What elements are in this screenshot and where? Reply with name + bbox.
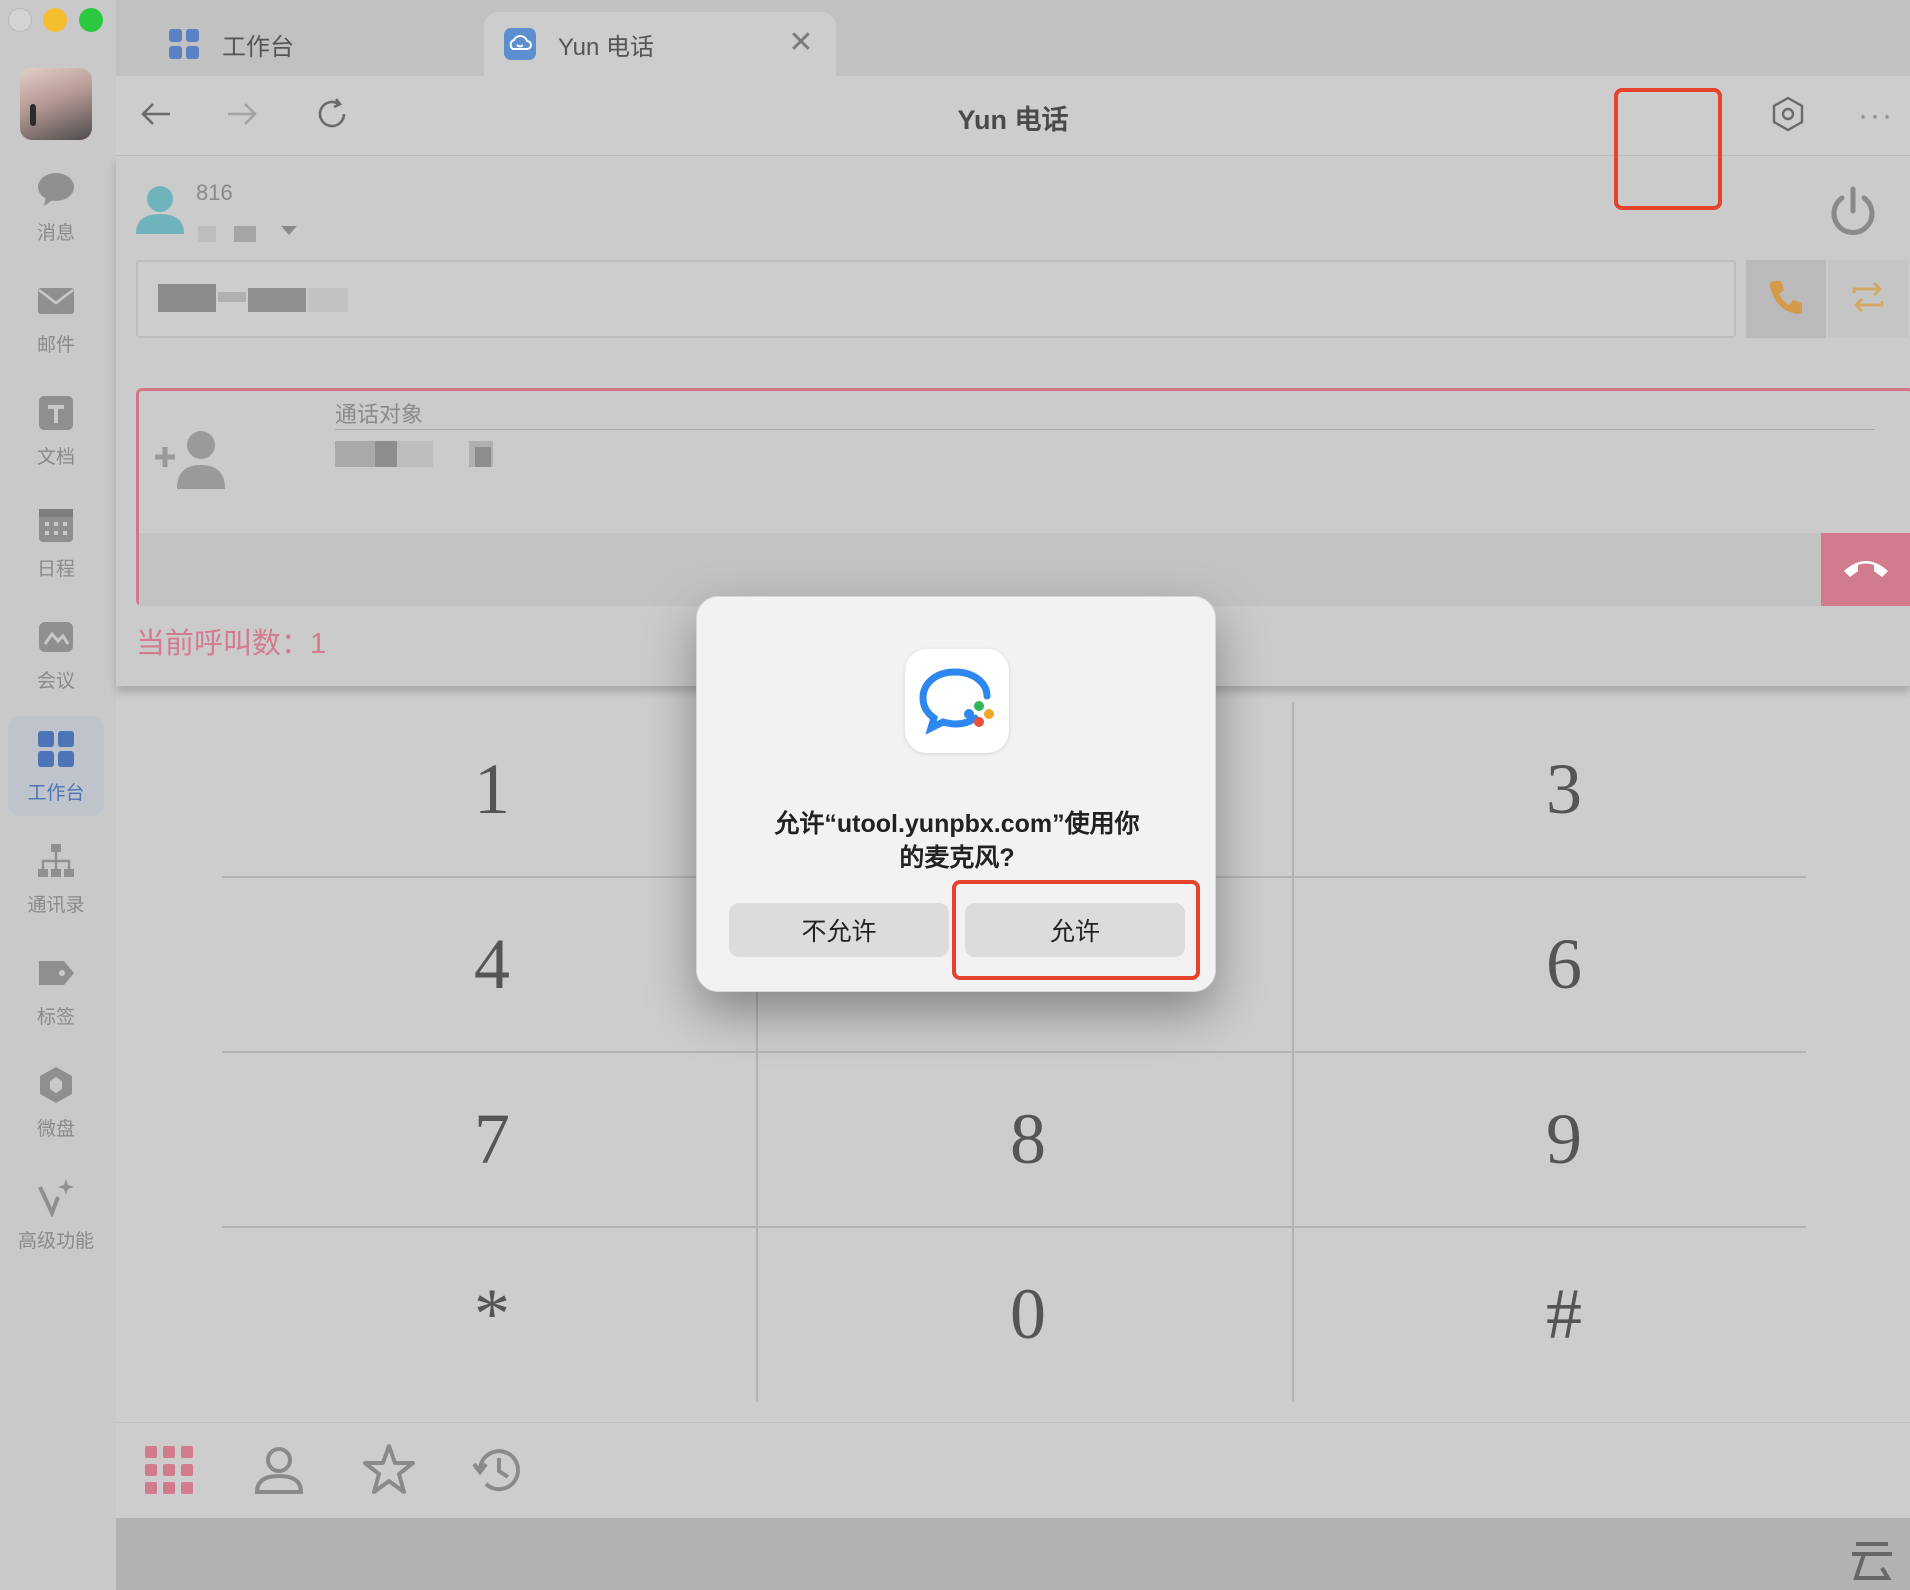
history-icon <box>471 1442 527 1503</box>
calendar-icon <box>35 504 77 546</box>
settings-button[interactable] <box>1764 92 1812 140</box>
sidebar-item-calendar[interactable]: 日程 <box>8 492 104 592</box>
call-button-highlight <box>1614 88 1722 210</box>
sidebar-item-contacts[interactable]: 通讯录 <box>8 828 104 928</box>
key-star[interactable]: * <box>228 1227 756 1402</box>
sidebar-item-label: 通讯录 <box>27 894 85 916</box>
tab-label: 工作台 <box>222 33 294 61</box>
more-button[interactable]: ··· <box>1852 92 1900 140</box>
favorites-tab-button[interactable] <box>360 1443 418 1501</box>
contacts-tab-button[interactable] <box>250 1443 308 1501</box>
tag-icon <box>35 952 77 994</box>
window-close-button[interactable] <box>8 8 32 32</box>
chevron-down-icon <box>280 224 298 242</box>
keypad-tab-button[interactable] <box>140 1443 198 1501</box>
transfer-icon <box>1848 277 1888 322</box>
user-icon <box>134 182 188 236</box>
cloud-phone-icon <box>504 28 536 60</box>
sidebar-item-docs[interactable]: 文档 <box>8 380 104 480</box>
grid-apps-icon <box>168 28 200 60</box>
meeting-icon <box>35 616 77 658</box>
keypad-grid-icon <box>143 1444 195 1501</box>
phone-bottom-nav <box>116 1422 1910 1518</box>
key-7[interactable]: 7 <box>228 1052 756 1227</box>
document-icon <box>35 392 77 434</box>
call-target-label: 通话对象 <box>335 402 424 427</box>
sidebar-item-label: 文档 <box>36 446 75 468</box>
sidebar-item-tags[interactable]: 标签 <box>8 940 104 1040</box>
sidebar-item-label: 会议 <box>36 670 75 692</box>
permission-message-line: 的麦克风? <box>899 844 1015 872</box>
add-contact-icon[interactable] <box>151 427 231 491</box>
drive-icon <box>35 1064 77 1106</box>
power-icon[interactable] <box>1826 184 1880 238</box>
key-0[interactable]: 0 <box>764 1227 1292 1402</box>
tab-yun-phone[interactable]: Yun 电话 ✕ <box>484 12 836 76</box>
tab-workbench[interactable]: 工作台 <box>148 12 478 76</box>
key-3[interactable]: 3 <box>1300 702 1828 877</box>
history-tab-button[interactable] <box>470 1443 528 1501</box>
hexagon-settings-icon <box>1769 95 1807 138</box>
sidebar-item-workbench[interactable]: 工作台 <box>8 716 104 816</box>
sidebar-item-meeting[interactable]: 会议 <box>8 604 104 704</box>
hangup-button[interactable] <box>1821 533 1910 606</box>
key-9[interactable]: 9 <box>1300 1052 1828 1227</box>
sidebar-item-messages[interactable]: 消息 <box>8 156 104 256</box>
key-hash[interactable]: # <box>1300 1227 1828 1402</box>
permission-message: 允许“utool.yunpbx.com”使用你 的麦克风? <box>727 807 1187 875</box>
cloud-logo-icon <box>1850 1538 1894 1582</box>
extension-status-dropdown[interactable] <box>198 222 297 242</box>
sidebar-item-label: 工作台 <box>27 782 85 804</box>
current-call-count: 当前呼叫数：1 <box>136 628 327 660</box>
divider <box>335 429 1875 430</box>
left-sidebar: 消息 邮件 文档 日程 会议 工作台 通讯录 标签 微盘 高级功能 <box>0 0 116 1590</box>
sidebar-item-label: 标签 <box>36 1006 75 1028</box>
phone-number-input[interactable] <box>136 260 1736 338</box>
tab-strip: 工作台 Yun 电话 ✕ <box>116 0 1910 76</box>
org-chart-icon <box>35 840 77 882</box>
tab-label: Yun 电话 <box>558 33 655 61</box>
sidebar-item-advanced[interactable]: 高级功能 <box>8 1164 104 1264</box>
key-6[interactable]: 6 <box>1300 877 1828 1052</box>
call-button[interactable] <box>1746 260 1826 338</box>
key-1[interactable]: 1 <box>228 702 756 877</box>
sidebar-item-drive[interactable]: 微盘 <box>8 1052 104 1152</box>
chat-bubble-icon <box>35 168 77 210</box>
grid-apps-icon <box>35 728 77 770</box>
phone-icon <box>1766 277 1806 322</box>
wecom-app-icon <box>905 649 1009 753</box>
footer-bar <box>116 1518 1910 1590</box>
deny-button[interactable]: 不允许 <box>729 903 949 957</box>
person-icon <box>253 1444 305 1501</box>
sidebar-item-label: 微盘 <box>36 1118 75 1140</box>
window-maximize-button[interactable] <box>79 8 103 32</box>
active-call-card: 通话对象 <box>136 388 1910 606</box>
avatar[interactable] <box>20 68 92 140</box>
close-icon[interactable]: ✕ <box>786 28 816 58</box>
allow-button-highlight <box>952 880 1200 980</box>
keypad-divider <box>1292 702 1294 1402</box>
sidebar-item-label: 消息 <box>36 222 75 244</box>
star-icon <box>361 1442 417 1503</box>
key-8[interactable]: 8 <box>764 1052 1292 1227</box>
sidebar-item-label: 高级功能 <box>17 1230 94 1252</box>
sparkle-icon <box>35 1176 77 1218</box>
mail-icon <box>35 280 77 322</box>
transfer-button[interactable] <box>1828 260 1908 338</box>
sidebar-item-mail[interactable]: 邮件 <box>8 268 104 368</box>
permission-message-line: 允许“utool.yunpbx.com”使用你 <box>774 810 1140 838</box>
window-minimize-button[interactable] <box>43 8 67 32</box>
sidebar-item-label: 邮件 <box>36 334 75 356</box>
key-4[interactable]: 4 <box>228 877 756 1052</box>
hangup-phone-icon <box>1842 555 1890 584</box>
sidebar-item-label: 日程 <box>36 558 75 580</box>
extension-number: 816 <box>196 180 233 205</box>
